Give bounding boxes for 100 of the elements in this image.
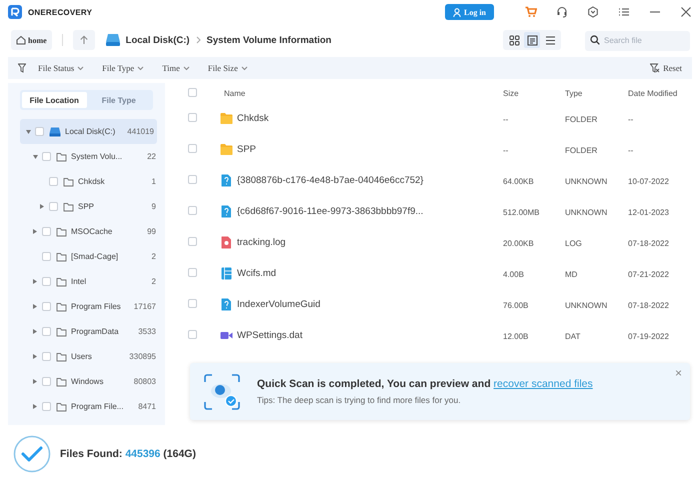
- breadcrumb-item[interactable]: System Volume Information: [206, 34, 332, 46]
- hexagon-icon[interactable]: [587, 6, 599, 18]
- checkbox[interactable]: [42, 227, 51, 236]
- breadcrumb-item[interactable]: Local Disk(C:): [126, 34, 190, 46]
- tree-item-label[interactable]: Intel: [71, 277, 152, 286]
- home-button[interactable]: home: [11, 30, 52, 50]
- tree-item-highlight[interactable]: Local Disk(C:) 441019: [20, 119, 157, 144]
- tree-item-label[interactable]: SPP: [78, 202, 152, 211]
- filter-clear-icon: [650, 63, 660, 73]
- checkbox[interactable]: [188, 330, 197, 339]
- view-toggle[interactable]: [524, 32, 540, 48]
- file-name[interactable]: Chkdsk: [237, 113, 269, 124]
- checkbox[interactable]: [42, 327, 51, 336]
- collapse-arrow-icon[interactable]: [33, 379, 37, 384]
- tree-item-label[interactable]: Windows: [71, 377, 134, 386]
- checkbox[interactable]: [42, 252, 51, 261]
- filter-dropdown[interactable]: File Size: [208, 63, 248, 73]
- file-name[interactable]: Wcifs.md: [237, 268, 276, 279]
- file-name[interactable]: IndexerVolumeGuid: [237, 299, 320, 310]
- checkbox[interactable]: [188, 299, 197, 308]
- checkbox[interactable]: [42, 377, 51, 386]
- headset-icon[interactable]: [556, 6, 568, 18]
- filter-dropdown[interactable]: File Type: [102, 63, 144, 73]
- striped-file-icon: [220, 267, 233, 280]
- file-name[interactable]: {c6d68f67-9016-11ee-9973-3863bbbb97f9...: [237, 206, 424, 217]
- folder-icon: [63, 201, 74, 212]
- table-cell: DAT: [565, 332, 580, 340]
- drive-icon: [49, 126, 61, 136]
- checkbox[interactable]: [42, 352, 51, 361]
- app-title: ONERECOVERY: [28, 8, 92, 16]
- item-count: 2: [152, 252, 156, 261]
- checkbox[interactable]: [188, 144, 197, 153]
- checkbox[interactable]: [49, 202, 58, 211]
- file-name[interactable]: SPP: [237, 144, 256, 155]
- tree-item-label[interactable]: [Smad-Cage]: [71, 252, 152, 261]
- table-cell: 07-18-2022: [628, 300, 669, 310]
- reset-button[interactable]: Reset: [650, 63, 682, 73]
- list-view-icon: [544, 34, 556, 46]
- table-cell: LOG: [565, 238, 582, 248]
- checkbox[interactable]: [188, 175, 197, 184]
- file-name[interactable]: tracking.log: [237, 237, 286, 248]
- checkbox[interactable]: [188, 113, 197, 122]
- tree-item-label[interactable]: MSOCache: [71, 227, 148, 236]
- drive-icon: [104, 33, 121, 47]
- filter-dropdown[interactable]: File Status: [38, 63, 84, 73]
- menu-icon[interactable]: [618, 6, 630, 18]
- file-name[interactable]: WPSettings.dat: [237, 330, 302, 341]
- panel-tab[interactable]: File Location: [22, 92, 86, 108]
- tree-item-label[interactable]: Chkdsk: [78, 177, 152, 186]
- up-button[interactable]: [72, 30, 95, 50]
- checkbox[interactable]: [42, 402, 51, 411]
- table-cell: --: [503, 114, 508, 124]
- search-field[interactable]: Search file: [585, 30, 690, 50]
- checkbox[interactable]: [188, 237, 197, 246]
- collapse-arrow-icon[interactable]: [33, 329, 37, 334]
- notification-message: Quick Scan is completed, You can preview and recover scanned files: [257, 378, 593, 390]
- table-cell: 64.00KB: [503, 176, 534, 186]
- chevron-down-icon: [77, 66, 84, 70]
- video-icon: [220, 329, 233, 342]
- collapse-arrow-icon[interactable]: [33, 404, 37, 409]
- login-button[interactable]: Log in: [444, 4, 494, 20]
- tree-item-label[interactable]: ProgramData: [71, 327, 138, 336]
- checkbox[interactable]: [188, 206, 197, 215]
- collapse-arrow-icon[interactable]: [33, 354, 37, 359]
- expand-arrow-icon[interactable]: [26, 130, 30, 134]
- checkbox[interactable]: [42, 152, 51, 161]
- tree-item-label[interactable]: Local Disk(C:): [65, 127, 128, 136]
- table-cell: 12-01-2023: [628, 208, 669, 216]
- checkbox[interactable]: [49, 177, 58, 186]
- folder-icon: [63, 176, 74, 187]
- close-icon[interactable]: [680, 6, 692, 18]
- table-cell: 20.00KB: [503, 238, 534, 248]
- item-count: 441019: [127, 127, 154, 136]
- file-name[interactable]: {3808876b-c176-4e48-b7ae-04046e6cc752}: [237, 175, 424, 186]
- files-found-text: Files Found: 445396 (164G): [60, 448, 196, 460]
- collapse-arrow-icon[interactable]: [33, 279, 37, 284]
- tree-item-label[interactable]: System Volu...: [71, 152, 148, 161]
- collapse-arrow-icon[interactable]: [40, 204, 44, 209]
- tree-item-label[interactable]: Program Files: [71, 302, 134, 311]
- up-arrow-icon: [78, 35, 89, 45]
- grid-view-icon: [508, 34, 520, 46]
- logo-icon: [8, 5, 22, 19]
- filter-dropdown[interactable]: Time: [162, 63, 190, 73]
- expand-arrow-icon[interactable]: [32, 154, 38, 158]
- folder-icon: [56, 226, 67, 237]
- chevron-down-icon: [182, 66, 190, 70]
- collapse-arrow-icon[interactable]: [33, 304, 37, 309]
- folder-icon: [56, 151, 67, 162]
- checkbox[interactable]: [35, 127, 44, 136]
- cart-icon[interactable]: [525, 6, 537, 18]
- folder-icon: [56, 301, 67, 312]
- checkbox[interactable]: [42, 302, 51, 311]
- checkbox[interactable]: [188, 88, 197, 96]
- checkbox[interactable]: [42, 277, 51, 286]
- tree-item-label[interactable]: Program File...: [71, 402, 138, 411]
- collapse-arrow-icon[interactable]: [33, 229, 37, 234]
- item-count: 2: [152, 277, 156, 286]
- item-count: 330895: [129, 352, 156, 361]
- checkbox[interactable]: [188, 268, 197, 277]
- tree-item-label[interactable]: Users: [71, 352, 130, 361]
